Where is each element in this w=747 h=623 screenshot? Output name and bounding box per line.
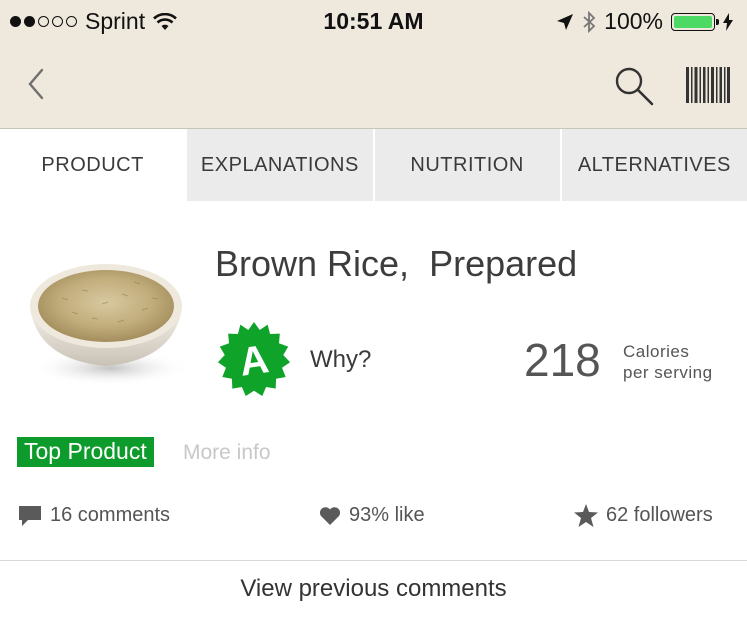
comments-count: 16 comments xyxy=(50,504,171,526)
like-stat[interactable]: 93% like xyxy=(319,504,425,527)
calories-label: Calories per serving xyxy=(623,341,713,383)
grade-badge-icon[interactable]: A xyxy=(214,320,294,400)
bluetooth-icon xyxy=(583,10,596,33)
star-icon xyxy=(574,504,598,527)
battery-icon xyxy=(671,12,719,31)
calories-value: 218 xyxy=(524,334,601,386)
status-right: 100% xyxy=(556,8,733,35)
search-icon[interactable] xyxy=(612,64,656,108)
grade-letter: A xyxy=(237,337,272,385)
calories-label-line2: per serving xyxy=(623,363,713,382)
barcode-icon[interactable] xyxy=(686,67,730,103)
chevron-left-icon[interactable] xyxy=(22,64,52,104)
why-link[interactable]: Why? xyxy=(310,346,371,374)
battery-percent: 100% xyxy=(604,8,663,34)
top-bar: Sprint 10:51 AM 100% xyxy=(0,0,747,128)
tab-alternatives[interactable]: ALTERNATIVES xyxy=(559,129,747,201)
tab-explanations[interactable]: EXPLANATIONS xyxy=(185,129,373,201)
followers-count: 62 followers xyxy=(606,504,713,526)
status-bar: Sprint 10:51 AM 100% xyxy=(0,0,747,42)
heart-icon xyxy=(319,506,341,525)
tab-nutrition[interactable]: NUTRITION xyxy=(372,129,560,201)
product-image xyxy=(30,264,190,386)
top-product-badge: Top Product xyxy=(17,437,154,467)
location-arrow-icon xyxy=(557,13,574,30)
tab-product[interactable]: PRODUCT xyxy=(0,129,186,201)
followers-stat[interactable]: 62 followers xyxy=(574,504,713,527)
product-title: Brown Rice, Prepared xyxy=(215,243,578,284)
view-previous-comments-button[interactable]: View previous comments xyxy=(0,575,747,603)
more-info-link[interactable]: More info xyxy=(183,441,271,465)
comment-icon xyxy=(19,505,41,526)
charging-bolt-icon xyxy=(723,12,733,31)
calories-label-line1: Calories xyxy=(623,342,690,361)
tab-bar: PRODUCT EXPLANATIONS NUTRITION ALTERNATI… xyxy=(0,128,747,201)
like-percent: 93% like xyxy=(349,504,425,526)
comments-stat[interactable]: 16 comments xyxy=(18,504,170,527)
nav-bar xyxy=(0,42,747,128)
divider xyxy=(0,560,747,561)
